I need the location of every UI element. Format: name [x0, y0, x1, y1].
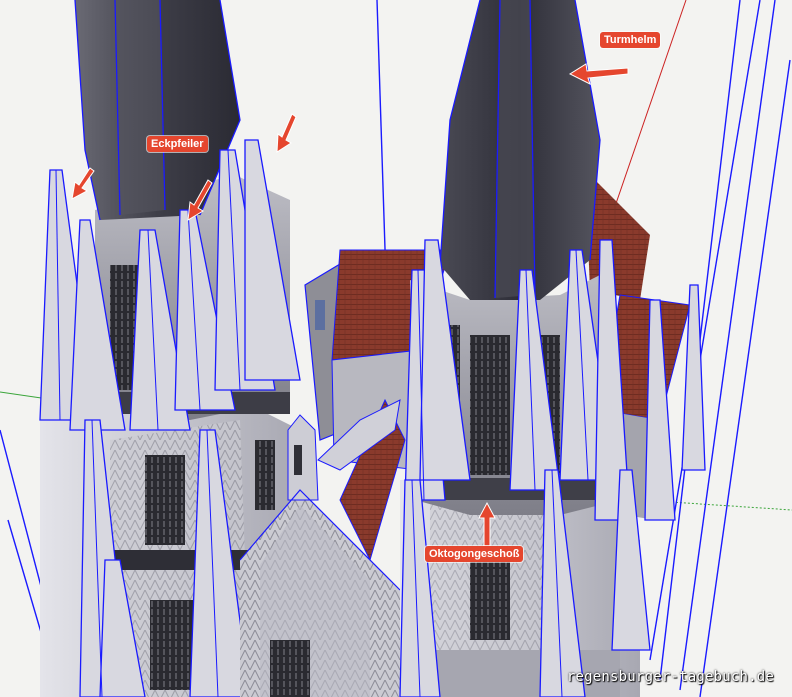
arrow-icon — [276, 113, 297, 153]
annotation-oktogongeschoss: Oktogongeschoß — [425, 546, 524, 562]
annotation-eckpfeiler: Eckpfeiler — [147, 136, 208, 152]
sketchup-viewport[interactable]: Turmhelm Eckpfeiler Oktogongeschoß regen… — [0, 0, 792, 697]
arrow-icon — [71, 167, 95, 200]
cathedral-3d-model — [0, 0, 792, 697]
watermark: regensburger-tagebuch.de — [566, 669, 774, 685]
annotation-turmhelm: Turmhelm — [600, 32, 661, 48]
right-tower — [399, 0, 706, 697]
